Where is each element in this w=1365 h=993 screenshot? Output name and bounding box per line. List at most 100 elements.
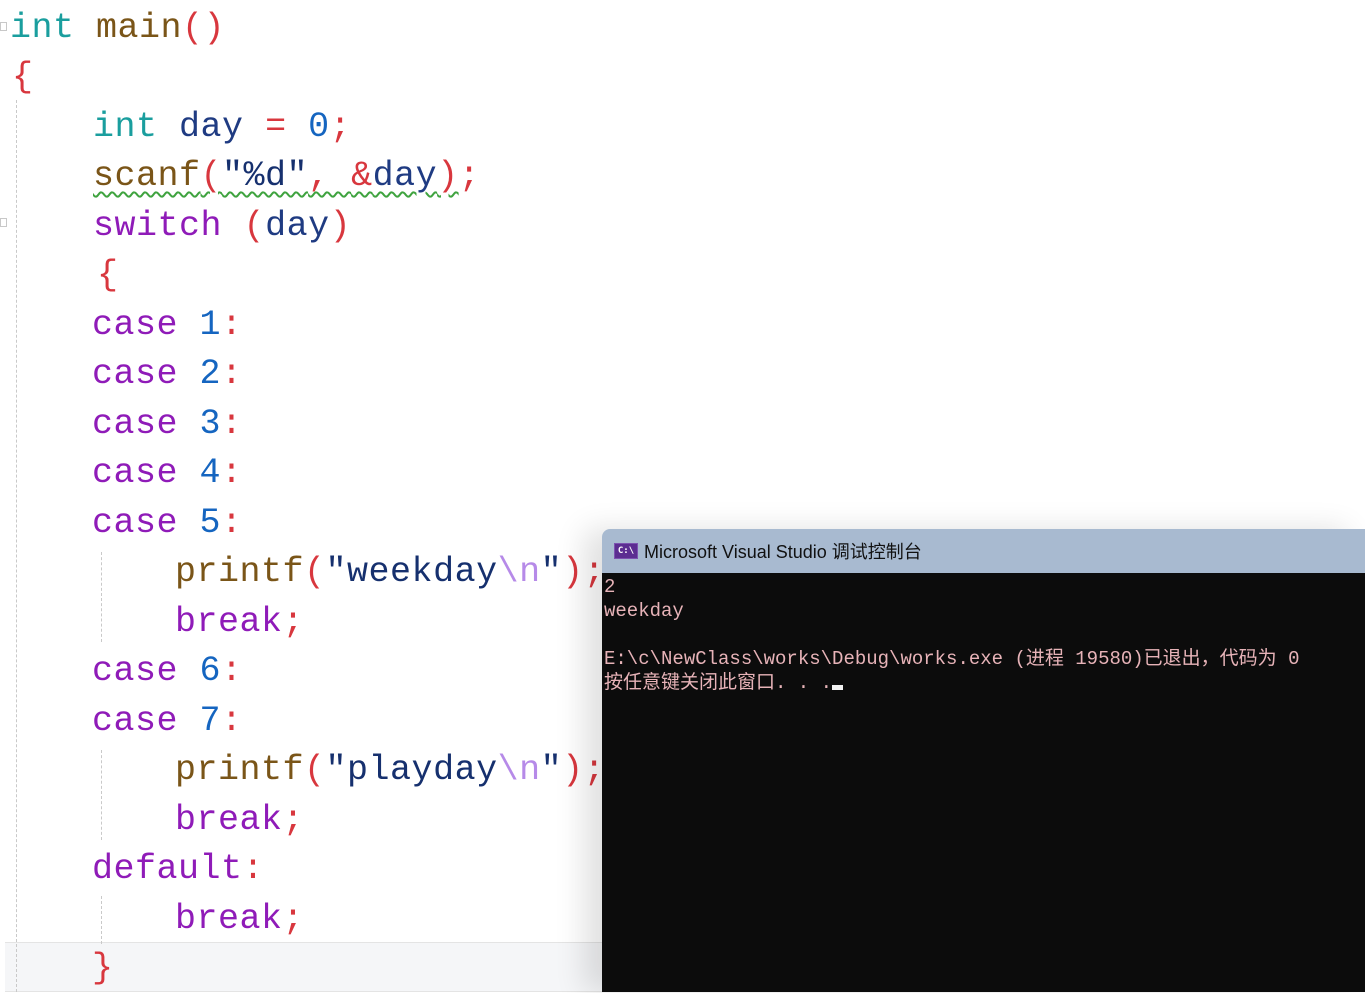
code-token: ( [200,156,223,196]
code-token: 3 [199,404,222,444]
code-line: default: [92,845,264,894]
code-line: case 6: [92,647,243,696]
console-line: 按任意键关闭此窗口. . . [604,671,1365,695]
code-token: 1 [199,305,222,345]
code-line: case 3: [92,400,243,449]
code-token: ( [304,552,326,592]
code-token: switch [93,206,223,246]
code-token: ) [437,156,459,196]
code-token: ; [282,899,305,939]
console-output[interactable]: 2 weekday E:\c\NewClass\works\Debug\work… [602,573,1365,992]
code-line: int day = 0; [93,103,351,152]
code-line: { [97,251,119,300]
code-token: \n [497,552,541,592]
code-token: () [182,8,226,48]
code-line: { [12,53,34,102]
code-token: main [96,8,183,48]
code-token: : [221,651,243,691]
code-token: ( [243,206,266,246]
code-token: case [92,651,179,691]
code-token: \n [497,750,541,790]
code-line: printf("playday\n"); [175,746,605,795]
code-token: ) [562,750,584,790]
code-token: 0 [308,107,330,147]
code-token: "playday [325,750,498,790]
code-token: case [92,503,179,543]
code-token: 6 [199,651,222,691]
code-token: break [175,800,283,840]
code-token: ; [329,107,352,147]
text-cursor [832,685,844,690]
code-line: case 2: [92,350,243,399]
code-token: break [175,899,283,939]
code-token: : [221,404,243,444]
code-token: = [265,107,287,147]
code-token: : [221,354,243,394]
code-token: : [221,305,243,345]
code-token: { [12,57,34,97]
code-token: : [221,503,243,543]
code-token: "weekday [325,552,498,592]
indent-guide [101,896,102,944]
code-token: : [242,849,265,889]
console-line: weekday [604,600,684,622]
code-token: & [351,156,373,196]
code-token: ) [329,206,352,246]
code-token: { [97,255,119,295]
code-token: "%d" [222,156,309,196]
code-token: int [10,8,75,48]
console-app-icon: C:\ [614,543,638,559]
console-line: E:\c\NewClass\works\Debug\works.exe (进程 … [604,648,1300,670]
code-token: 5 [199,503,222,543]
code-token: day [372,156,438,196]
warning-squiggle: scanf("%d", &day) [93,156,459,196]
console-line: 2 [604,576,616,598]
code-token: } [92,948,114,988]
code-token: : [221,453,243,493]
console-prompt-text: 按任意键关闭此窗口. . . [604,672,833,694]
code-line: switch (day) [93,202,351,251]
collapse-toggle-main[interactable] [0,22,7,31]
code-token: ; [282,602,305,642]
code-line: printf("weekday\n"); [175,548,605,597]
code-token: case [92,305,179,345]
collapse-toggle-switch[interactable] [0,218,7,227]
code-token: ) [562,552,584,592]
code-token: " [540,552,563,592]
code-line: break; [175,895,304,944]
code-line: case 5: [92,499,243,548]
indent-guide [16,100,17,992]
code-token: int [93,107,158,147]
code-line: break; [175,796,304,845]
code-token: ; [458,156,481,196]
code-token: 7 [199,701,222,741]
code-line: case 7: [92,697,243,746]
code-token: case [92,354,179,394]
code-token: " [540,750,563,790]
code-token: printf [175,750,305,790]
code-token: ; [282,800,305,840]
code-token: default [92,849,243,889]
debug-console-window[interactable]: C:\ Microsoft Visual Studio 调试控制台 2 week… [602,529,1365,992]
console-titlebar[interactable]: C:\ Microsoft Visual Studio 调试控制台 [602,529,1365,573]
code-token: case [92,404,179,444]
code-token: case [92,453,179,493]
code-token: printf [175,552,305,592]
code-token: : [221,701,243,741]
indent-guide [101,750,102,840]
indent-guide [101,552,102,642]
code-token: break [175,602,283,642]
code-token: , [308,156,352,196]
code-token: case [92,701,179,741]
console-title: Microsoft Visual Studio 调试控制台 [644,542,922,562]
